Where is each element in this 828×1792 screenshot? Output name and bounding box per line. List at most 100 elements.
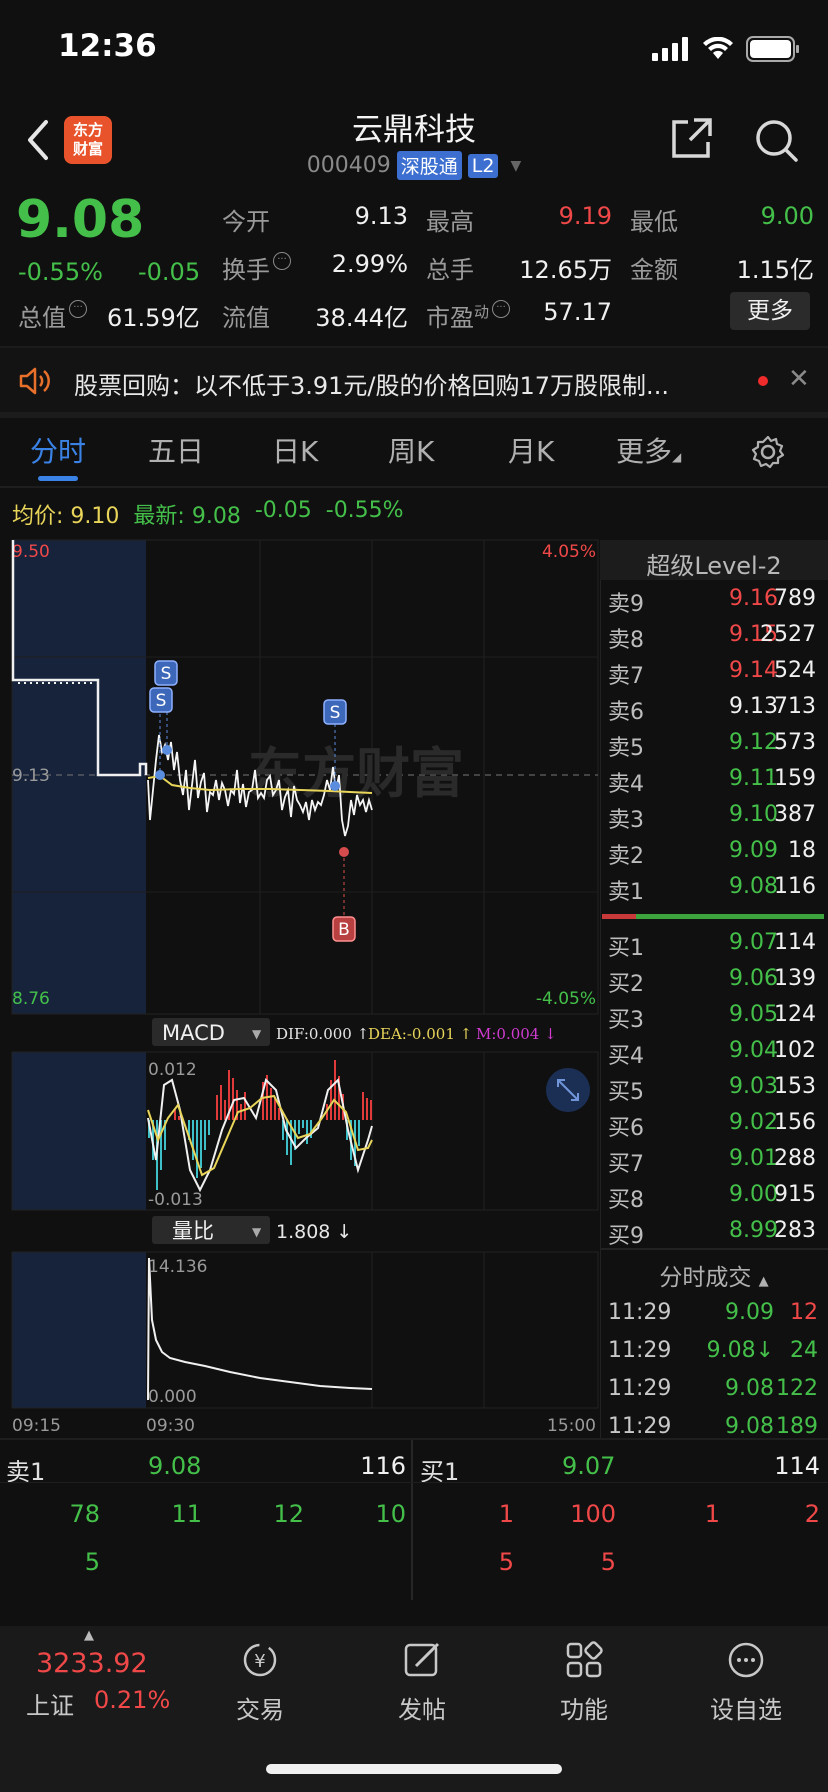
nav-functions[interactable]: 功能 bbox=[524, 1640, 644, 1725]
ask-volume: 387 bbox=[774, 802, 816, 827]
ask-price: 9.14 bbox=[729, 658, 778, 683]
bid-row[interactable]: 买1 9.07 114 bbox=[600, 930, 820, 966]
settings-gear-icon[interactable] bbox=[750, 434, 786, 470]
info-icon[interactable]: ··· bbox=[492, 300, 511, 318]
nav-watchlist[interactable]: 设自选 bbox=[686, 1640, 806, 1725]
exchange-tag: 深股通 bbox=[396, 151, 462, 180]
bid-row[interactable]: 买2 9.06 139 bbox=[600, 966, 820, 1002]
mktcap-label[interactable]: 总值 ··· bbox=[18, 298, 87, 333]
info-icon[interactable]: ··· bbox=[273, 252, 291, 270]
notice-text[interactable]: 股票回购：以不低于3.91元/股的价格回购17万股限制... bbox=[74, 366, 734, 401]
tick-price: 9.08 bbox=[725, 1376, 774, 1401]
open-value: 9.13 bbox=[354, 202, 408, 230]
tab-monthly-k[interactable]: 月K bbox=[508, 430, 554, 470]
ask-price: 9.11 bbox=[729, 766, 778, 791]
search-icon[interactable] bbox=[754, 118, 798, 162]
nav-post[interactable]: 发帖 bbox=[362, 1640, 482, 1725]
bid-row[interactable]: 买7 9.01 288 bbox=[600, 1146, 820, 1182]
vr-top-label: 14.136 bbox=[148, 1257, 207, 1277]
level2-title[interactable]: 超级Level-2 bbox=[600, 546, 828, 581]
tick-row: 11:29 9.08 189 bbox=[600, 1414, 822, 1450]
info-icon[interactable]: ··· bbox=[69, 300, 87, 318]
bid-row[interactable]: 买4 9.04 102 bbox=[600, 1038, 820, 1074]
bid-price: 9.00 bbox=[729, 1182, 778, 1207]
tab-five-day[interactable]: 五日 bbox=[148, 430, 204, 470]
more-button[interactable]: 更多 bbox=[730, 292, 810, 330]
collapse-icon: ▲ bbox=[758, 1274, 769, 1289]
ticks-title[interactable]: 分时成交 ▲ bbox=[600, 1258, 828, 1292]
intraday-chart[interactable]: 东方财富 9.50 9.13 8.76 4.05% -4.05% S S S B… bbox=[0, 530, 600, 1440]
bid-volume: 288 bbox=[774, 1146, 816, 1171]
ask-row[interactable]: 卖8 9.15 2527 bbox=[600, 622, 820, 658]
time-end-label: 15:00 bbox=[547, 1416, 596, 1436]
tab-more[interactable]: 更多◢ bbox=[616, 430, 681, 470]
tick-time: 11:29 bbox=[608, 1300, 672, 1325]
bid-volume: 156 bbox=[774, 1110, 816, 1135]
ask-label: 卖5 bbox=[608, 736, 644, 761]
share-icon[interactable] bbox=[668, 116, 714, 162]
bid-volume: 153 bbox=[774, 1074, 816, 1099]
tick-volume: 12 bbox=[790, 1300, 818, 1325]
edit-icon bbox=[404, 1642, 440, 1677]
divider bbox=[0, 412, 828, 418]
tick-price: 9.08↓ bbox=[706, 1338, 774, 1363]
ask-label: 卖4 bbox=[608, 772, 644, 797]
ask-row[interactable]: 卖7 9.14 524 bbox=[600, 658, 820, 694]
volume-value: 12.65万 bbox=[519, 256, 612, 284]
bid-row[interactable]: 买5 9.03 153 bbox=[600, 1074, 820, 1110]
bid-price: 9.02 bbox=[729, 1110, 778, 1135]
vr-bottom-label: 0.000 bbox=[148, 1387, 197, 1407]
sell-queue-item: 11 bbox=[171, 1500, 202, 1528]
tick-time: 11:29 bbox=[608, 1338, 672, 1363]
grid-icon bbox=[566, 1641, 603, 1678]
ask-row[interactable]: 卖9 9.16 789 bbox=[600, 586, 820, 622]
svg-text:¥: ¥ bbox=[254, 1651, 265, 1672]
dropdown-icon[interactable]: ▼ bbox=[510, 158, 521, 174]
sell-queue-item: 78 bbox=[69, 1500, 100, 1528]
nav-trade[interactable]: ¥ 交易 bbox=[200, 1640, 320, 1725]
pe-value: 57.17 bbox=[543, 298, 612, 326]
tick-row: 11:29 9.09 12 bbox=[600, 1300, 822, 1336]
ask-price: 9.12 bbox=[729, 730, 778, 755]
bid-label: 买5 bbox=[608, 1080, 644, 1105]
unread-dot bbox=[758, 376, 768, 386]
bid-label: 买2 bbox=[608, 972, 644, 997]
nav-functions-label: 功能 bbox=[560, 1696, 608, 1724]
expand-up-icon[interactable]: ▲ bbox=[84, 1628, 94, 1643]
time-start-label: 09:15 bbox=[12, 1416, 61, 1436]
tab-intraday[interactable]: 分时 bbox=[30, 430, 86, 470]
bid-row[interactable]: 买6 9.02 156 bbox=[600, 1110, 820, 1146]
tab-weekly-k[interactable]: 周K bbox=[388, 430, 434, 470]
ask-label: 卖1 bbox=[608, 880, 644, 905]
index-name[interactable]: 上证 bbox=[26, 1686, 74, 1721]
ask-row[interactable]: 卖4 9.11 159 bbox=[600, 766, 820, 802]
bid-row[interactable]: 买8 9.00 915 bbox=[600, 1182, 820, 1218]
bid-volume: 124 bbox=[774, 1002, 816, 1027]
chevron-down-icon: ▼ bbox=[252, 1225, 262, 1239]
turnover-label[interactable]: 换手 ··· bbox=[222, 250, 291, 285]
macd-bottom-label: -0.013 bbox=[148, 1190, 203, 1210]
sell-marker-label: S bbox=[156, 691, 167, 711]
ask-row[interactable]: 卖5 9.12 573 bbox=[600, 730, 820, 766]
bid-volume: 102 bbox=[774, 1038, 816, 1063]
index-pct[interactable]: 0.21% bbox=[94, 1686, 170, 1714]
bid-volume: 114 bbox=[774, 930, 816, 955]
ask-row[interactable]: 卖2 9.09 18 bbox=[600, 838, 820, 874]
chevron-down-icon: ▼ bbox=[252, 1027, 262, 1041]
ask-row[interactable]: 卖3 9.10 387 bbox=[600, 802, 820, 838]
buy-queue-item: 2 bbox=[804, 1500, 820, 1528]
index-value[interactable]: 3233.92 bbox=[36, 1648, 148, 1679]
divider bbox=[411, 1440, 413, 1600]
ask-label: 卖9 bbox=[608, 592, 644, 617]
bid-volume: 283 bbox=[774, 1218, 816, 1243]
close-icon[interactable]: ✕ bbox=[788, 364, 810, 394]
bid-row[interactable]: 买3 9.05 124 bbox=[600, 1002, 820, 1038]
pe-label[interactable]: 市盈动 ··· bbox=[426, 298, 511, 333]
ob-divider-green bbox=[636, 914, 824, 919]
high-label: 最高 bbox=[426, 208, 474, 236]
sell-queue-item: 5 bbox=[84, 1548, 100, 1576]
ask-row[interactable]: 卖6 9.13 713 bbox=[600, 694, 820, 730]
tab-daily-k[interactable]: 日K bbox=[272, 430, 318, 470]
ask-row[interactable]: 卖1 9.08 116 bbox=[600, 874, 820, 910]
y-bottom-label: 8.76 bbox=[12, 989, 50, 1009]
